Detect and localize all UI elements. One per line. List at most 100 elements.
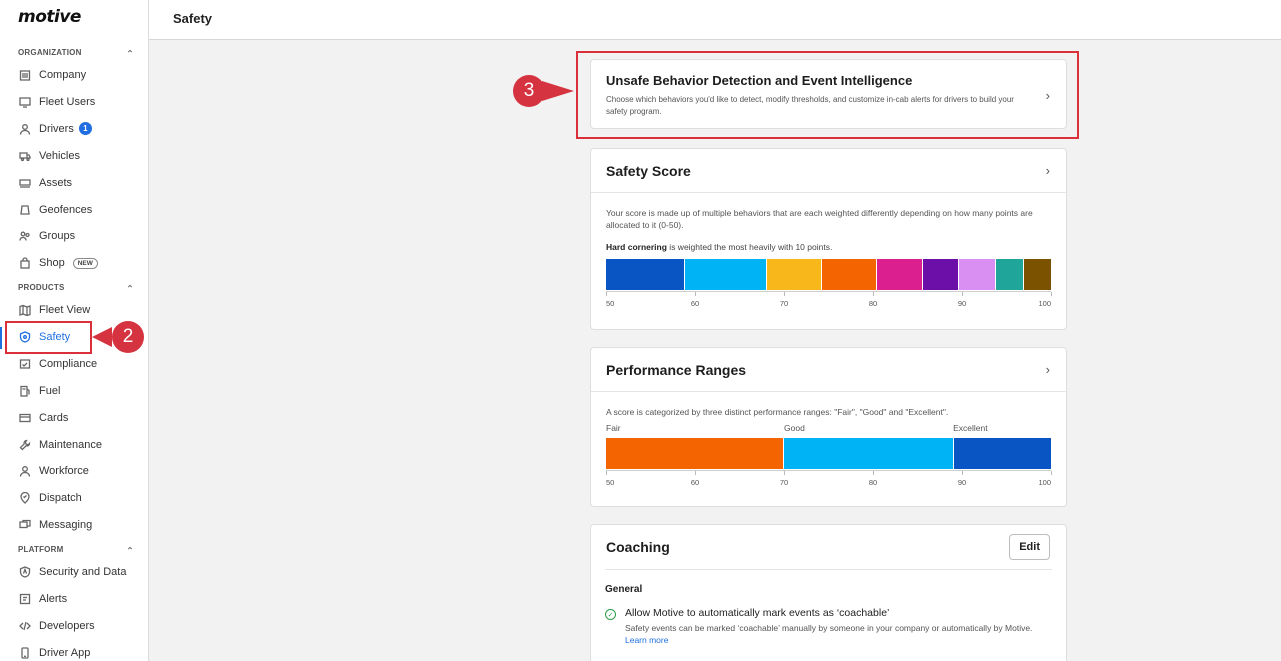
organization-section-label: ORGANIZATION xyxy=(18,48,82,57)
sidebar-item-vehicles[interactable]: Vehicles xyxy=(18,146,143,166)
edit-button[interactable]: Edit xyxy=(1009,534,1050,560)
scale-label: 80 xyxy=(868,299,878,308)
sidebar-item-geofences[interactable]: Geofences xyxy=(18,200,143,220)
coachable-option-label: Allow Motive to automatically mark event… xyxy=(625,607,890,619)
scale-label: 60 xyxy=(690,478,700,487)
score-segment xyxy=(959,259,997,290)
scale-label: 90 xyxy=(957,299,967,308)
dispatch-icon xyxy=(18,491,32,505)
safety-score-highlight: Hard cornering is weighted the most heav… xyxy=(606,241,1051,253)
scale-tick xyxy=(605,471,607,475)
platform-section-header[interactable]: PLATFORM ⌄ xyxy=(18,544,134,555)
learn-more-link[interactable]: Learn more xyxy=(625,635,668,645)
coachable-option-text: Safety events can be marked ‘coachable’ … xyxy=(625,623,1033,633)
sidebar-item-driver-app[interactable]: Driver App xyxy=(18,643,143,661)
sidebar-item-company[interactable]: Company xyxy=(18,65,143,85)
sidebar-item-fuel[interactable]: Fuel xyxy=(18,381,143,401)
scale-label: 100 xyxy=(1038,299,1051,308)
alert-icon xyxy=(18,592,32,606)
safety-score-header[interactable]: Safety Score › xyxy=(591,149,1066,193)
score-segment xyxy=(685,259,768,290)
sidebar-item-label: Drivers xyxy=(39,122,74,135)
scale-tick xyxy=(783,292,785,296)
monitor-icon xyxy=(18,95,32,109)
motive-logo[interactable]: motive xyxy=(18,7,81,27)
highlight-text: is weighted the most heavily with 10 poi… xyxy=(666,242,833,252)
group-icon xyxy=(18,229,32,243)
scale-tick xyxy=(694,292,696,296)
scale-label: 60 xyxy=(690,299,700,308)
score-segment xyxy=(922,259,960,290)
performance-ranges-header[interactable]: Performance Ranges › xyxy=(591,348,1066,392)
safety-score-bar xyxy=(606,259,1051,290)
performance-ranges-title: Performance Ranges xyxy=(606,361,747,378)
chevron-up-icon[interactable]: ⌄ xyxy=(126,544,134,555)
top-bar: Safety xyxy=(149,0,1281,40)
scale-label: 70 xyxy=(779,478,789,487)
range-segment-fair xyxy=(606,438,785,469)
coaching-card: Coaching Edit General ✓ Allow Motive to … xyxy=(590,524,1067,661)
scale-label: 90 xyxy=(957,478,967,487)
sidebar-item-label: Assets xyxy=(39,176,73,189)
sidebar-item-workforce[interactable]: Workforce xyxy=(18,461,143,481)
annotation-highlight-safety xyxy=(5,321,92,354)
safety-score-description: Your score is made up of multiple behavi… xyxy=(606,208,1033,230)
safety-score-scale: 50 60 70 80 90 100 xyxy=(605,291,1052,311)
scale-tick xyxy=(694,471,696,475)
sidebar-item-assets[interactable]: Assets xyxy=(18,173,143,193)
sidebar-item-label: Security and Data xyxy=(39,566,127,578)
card-icon xyxy=(18,411,32,425)
scale-tick xyxy=(1050,292,1052,296)
sidebar-item-fleet-view[interactable]: Fleet View xyxy=(18,300,143,320)
safety-score-card: Safety Score › Your score is made up of … xyxy=(590,148,1067,330)
annotation-pointer xyxy=(542,81,574,101)
scale-label: 100 xyxy=(1038,478,1051,487)
scale-tick xyxy=(961,471,963,475)
sidebar-item-label: Groups xyxy=(39,230,76,243)
scale-label: 70 xyxy=(779,299,789,308)
sidebar-item-shop[interactable]: Shop NEW xyxy=(18,253,143,273)
sidebar-item-dispatch[interactable]: Dispatch xyxy=(18,488,143,508)
scale-tick xyxy=(605,292,607,296)
sidebar-item-maintenance[interactable]: Maintenance xyxy=(18,435,143,455)
sidebar-item-compliance[interactable]: Compliance xyxy=(18,354,143,374)
compliance-icon xyxy=(18,357,32,371)
sidebar-item-label: Vehicles xyxy=(39,149,80,162)
sidebar-item-security-and-data[interactable]: Security and Data xyxy=(18,562,143,582)
sidebar-item-cards[interactable]: Cards xyxy=(18,408,143,428)
chevron-up-icon[interactable]: ⌄ xyxy=(126,282,134,293)
wrench-icon xyxy=(18,438,32,452)
sidebar-item-label: Workforce xyxy=(39,465,89,478)
sidebar-item-label: Fuel xyxy=(39,384,61,397)
code-icon xyxy=(18,619,32,633)
score-segment xyxy=(821,259,877,290)
sidebar-item-developers[interactable]: Developers xyxy=(18,616,143,636)
chevron-right-icon[interactable]: › xyxy=(1046,362,1050,377)
sidebar-item-label: Dispatch xyxy=(39,492,82,505)
building-icon xyxy=(18,68,32,82)
products-section-header[interactable]: PRODUCTS ⌄ xyxy=(18,282,134,293)
performance-ranges-card: Performance Ranges › A score is categori… xyxy=(590,347,1067,507)
page-title: Safety xyxy=(173,11,213,26)
score-segment xyxy=(767,259,822,290)
sidebar-item-label: Fleet View xyxy=(39,304,91,316)
chevron-up-icon[interactable]: ⌄ xyxy=(126,47,134,58)
new-badge: NEW xyxy=(72,257,98,269)
sidebar-item-label: Compliance xyxy=(39,357,98,370)
sidebar-item-label: Company xyxy=(39,69,87,81)
person-icon xyxy=(18,464,32,478)
sidebar-item-messaging[interactable]: Messaging xyxy=(18,515,143,535)
annotation-highlight-unsafe-card xyxy=(576,51,1079,139)
sidebar-item-fleet-users[interactable]: Fleet Users xyxy=(18,92,143,112)
score-segment xyxy=(1024,259,1051,290)
sidebar-item-drivers[interactable]: Drivers 1 xyxy=(18,119,143,139)
chevron-right-icon[interactable]: › xyxy=(1046,163,1050,178)
coaching-title: Coaching xyxy=(606,539,670,555)
sidebar-item-label: Messaging xyxy=(39,519,93,532)
sidebar-item-groups[interactable]: Groups xyxy=(18,226,143,246)
sidebar-item-alerts[interactable]: Alerts xyxy=(18,589,143,609)
sidebar-item-label: Shop xyxy=(39,257,65,270)
organization-section-header[interactable]: ORGANIZATION ⌄ xyxy=(18,47,134,58)
sidebar-item-label: Fleet Users xyxy=(39,95,96,108)
highlight-behavior: Hard cornering xyxy=(606,242,667,252)
